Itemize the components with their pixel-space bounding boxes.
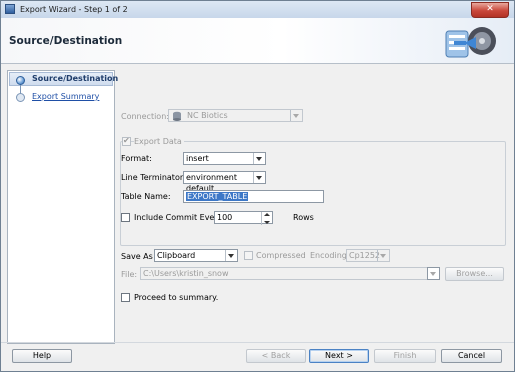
- wizard-header: Source/Destination: [1, 18, 514, 64]
- export-graphic-icon: [445, 27, 496, 58]
- compressed-label: Compressed: [256, 251, 306, 260]
- step-source-destination[interactable]: Source/Destination: [32, 74, 118, 83]
- encoding-label: Encoding:: [310, 251, 350, 260]
- rows-label: Rows: [293, 213, 314, 222]
- footer-divider: [1, 342, 514, 343]
- connection-label: Connection:: [121, 112, 169, 121]
- format-combo[interactable]: insert: [183, 152, 266, 165]
- file-combo[interactable]: C:\Users\kristin_snow: [140, 267, 440, 280]
- include-commit-checkbox[interactable]: [121, 213, 130, 222]
- file-value: C:\Users\kristin_snow: [143, 269, 229, 278]
- table-name-value: EXPORT_TABLE: [186, 192, 249, 201]
- line-terminator-label: Line Terminator:: [121, 173, 186, 182]
- step-node-icon: [16, 76, 25, 85]
- main-panel: Connection: NC Biotics Export Data Forma…: [115, 63, 514, 342]
- help-button[interactable]: Help: [12, 349, 72, 363]
- wizard-steps-panel: Source/Destination Export Summary: [7, 70, 118, 344]
- cancel-button[interactable]: Cancel: [441, 349, 502, 363]
- title-bar: Export Wizard - Step 1 of 2 ✕: [1, 1, 514, 18]
- encoding-combo[interactable]: Cp1252: [346, 249, 390, 262]
- close-button[interactable]: ✕: [471, 2, 509, 18]
- next-button[interactable]: Next >: [309, 349, 369, 363]
- export-data-label: Export Data: [134, 137, 184, 146]
- line-terminator-combo[interactable]: environment default: [183, 171, 266, 193]
- chevron-down-icon[interactable]: [253, 172, 265, 183]
- browse-button[interactable]: Browse...: [445, 267, 504, 281]
- step-export-summary[interactable]: Export Summary: [32, 92, 99, 101]
- export-wizard-window: Export Wizard - Step 1 of 2 ✕ Source/Des…: [0, 0, 515, 372]
- step-node-icon: [16, 93, 25, 102]
- save-as-label: Save As: [121, 252, 153, 261]
- spinner-arrows-icon[interactable]: [261, 212, 272, 225]
- export-data-checkbox[interactable]: [122, 136, 131, 146]
- commit-rows-spinner[interactable]: 100: [214, 211, 273, 225]
- save-as-value: Clipboard: [157, 251, 196, 260]
- table-name-input[interactable]: EXPORT_TABLE: [183, 190, 324, 203]
- save-as-combo[interactable]: Clipboard: [154, 249, 238, 262]
- window-title: Export Wizard - Step 1 of 2: [20, 5, 128, 14]
- commit-rows-value: 100: [217, 213, 233, 222]
- table-name-label: Table Name:: [121, 192, 171, 201]
- format-value: insert: [186, 154, 209, 163]
- chevron-down-icon[interactable]: [290, 110, 302, 121]
- chevron-down-icon[interactable]: [253, 153, 265, 164]
- back-button[interactable]: < Back: [246, 349, 306, 363]
- chevron-down-icon[interactable]: [225, 250, 237, 261]
- include-commit-label: Include Commit Every: [134, 213, 223, 222]
- chevron-down-icon[interactable]: [377, 250, 389, 261]
- format-label: Format:: [121, 154, 152, 163]
- connection-value: NC Biotics: [187, 111, 228, 120]
- compressed-checkbox[interactable]: [244, 251, 253, 260]
- connection-combo[interactable]: NC Biotics: [168, 109, 303, 122]
- app-icon: [5, 4, 15, 14]
- proceed-to-summary-checkbox[interactable]: [121, 293, 130, 302]
- chevron-down-icon[interactable]: [427, 267, 440, 280]
- file-label: File:: [121, 270, 138, 279]
- page-title: Source/Destination: [9, 35, 123, 47]
- encoding-value: Cp1252: [349, 251, 381, 260]
- database-connection-icon: [173, 111, 181, 121]
- finish-button[interactable]: Finish: [374, 349, 436, 363]
- proceed-to-summary-label: Proceed to summary.: [134, 293, 219, 302]
